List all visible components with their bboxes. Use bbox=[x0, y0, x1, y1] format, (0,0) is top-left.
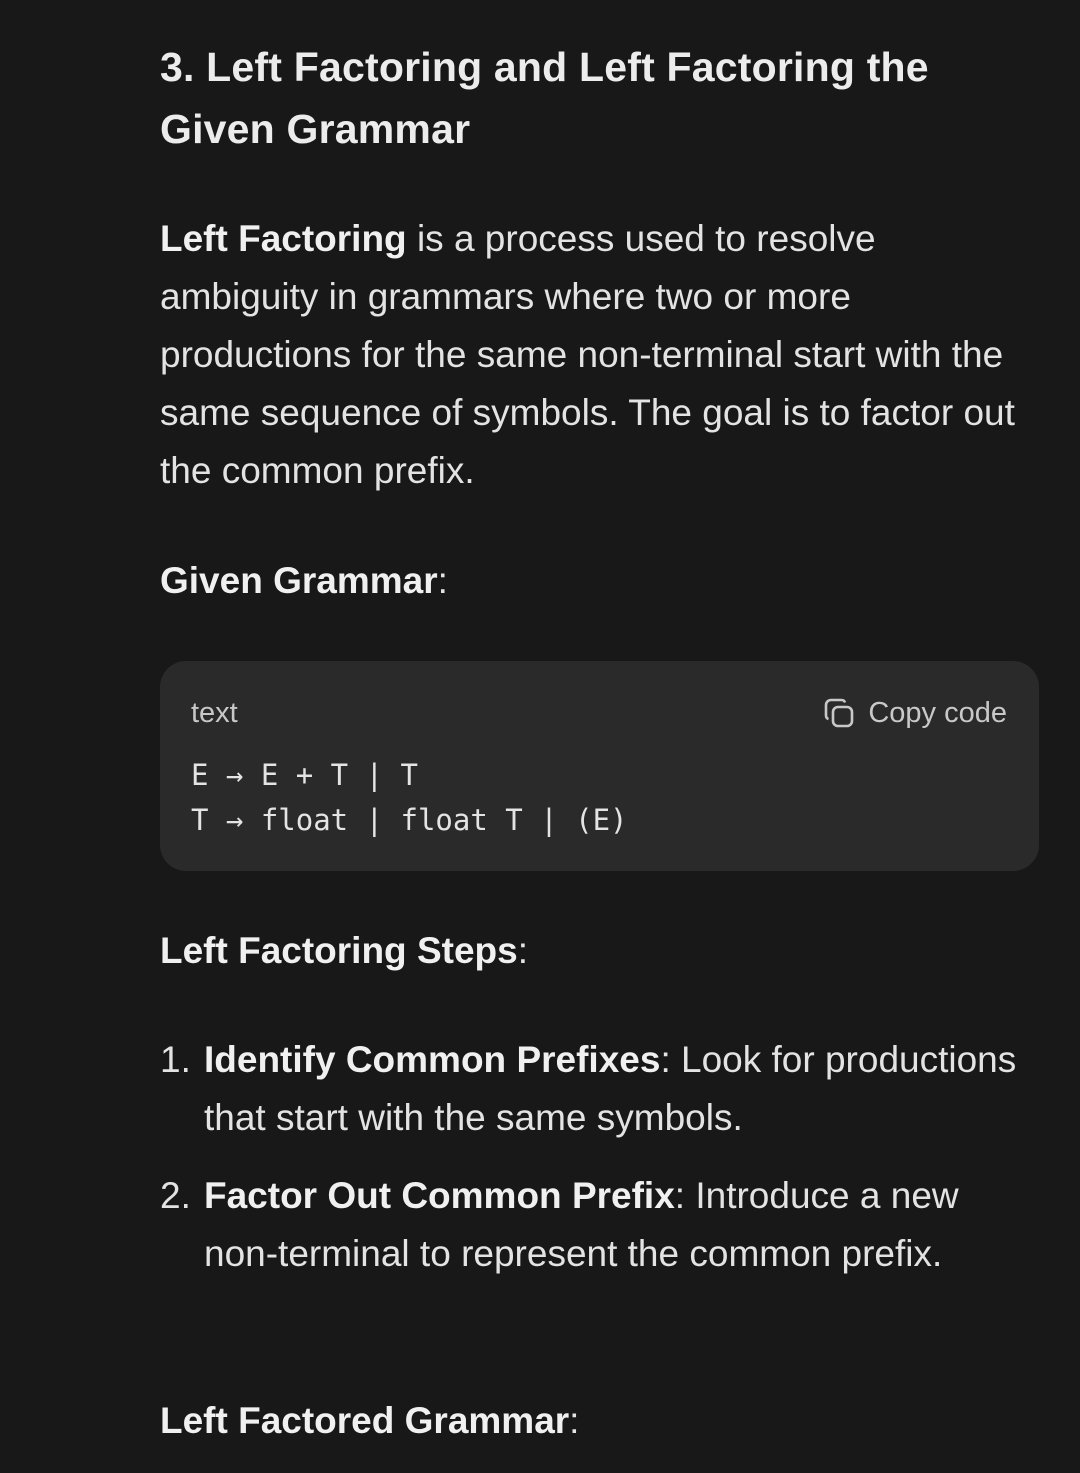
copy-code-label: Copy code bbox=[868, 696, 1007, 729]
code-lines: E → E + T | T T → float | float T | (E) bbox=[191, 753, 628, 843]
factored-grammar-colon: : bbox=[569, 1400, 580, 1441]
code-block: text Copy code E → E + T | T T → float | … bbox=[160, 661, 1039, 871]
list-item-title: Factor Out Common Prefix bbox=[204, 1175, 675, 1216]
steps-heading-label: Left Factoring Steps bbox=[160, 930, 518, 971]
code-line: T → float | float T | (E) bbox=[191, 803, 628, 837]
list-item: 1. Identify Common Prefixes: Look for pr… bbox=[160, 1031, 1040, 1147]
list-item-title: Identify Common Prefixes bbox=[204, 1039, 661, 1080]
list-item: 2. Factor Out Common Prefix: Introduce a… bbox=[160, 1167, 1040, 1283]
code-line: E → E + T | T bbox=[191, 758, 418, 792]
factored-grammar-heading: Left Factored Grammar: bbox=[160, 1392, 579, 1450]
intro-term: Left Factoring bbox=[160, 218, 407, 259]
given-grammar-colon: : bbox=[437, 560, 448, 601]
steps-list: 1. Identify Common Prefixes: Look for pr… bbox=[160, 1031, 1040, 1303]
copy-icon bbox=[822, 696, 856, 730]
section-heading: 3. Left Factoring and Left Factoring the… bbox=[160, 44, 929, 152]
code-language-label: text bbox=[191, 697, 238, 729]
steps-heading: Left Factoring Steps: bbox=[160, 922, 528, 980]
copy-code-button[interactable]: Copy code bbox=[822, 693, 1007, 733]
list-item-number: 1. bbox=[160, 1039, 191, 1080]
given-grammar-label: Given Grammar bbox=[160, 560, 438, 601]
factored-grammar-label: Left Factored Grammar bbox=[160, 1400, 570, 1441]
list-item-number: 2. bbox=[160, 1175, 191, 1216]
steps-heading-colon: : bbox=[517, 930, 528, 971]
intro-paragraph: Left Factoring is a process used to reso… bbox=[160, 210, 1020, 500]
given-grammar-heading: Given Grammar: bbox=[160, 552, 448, 610]
